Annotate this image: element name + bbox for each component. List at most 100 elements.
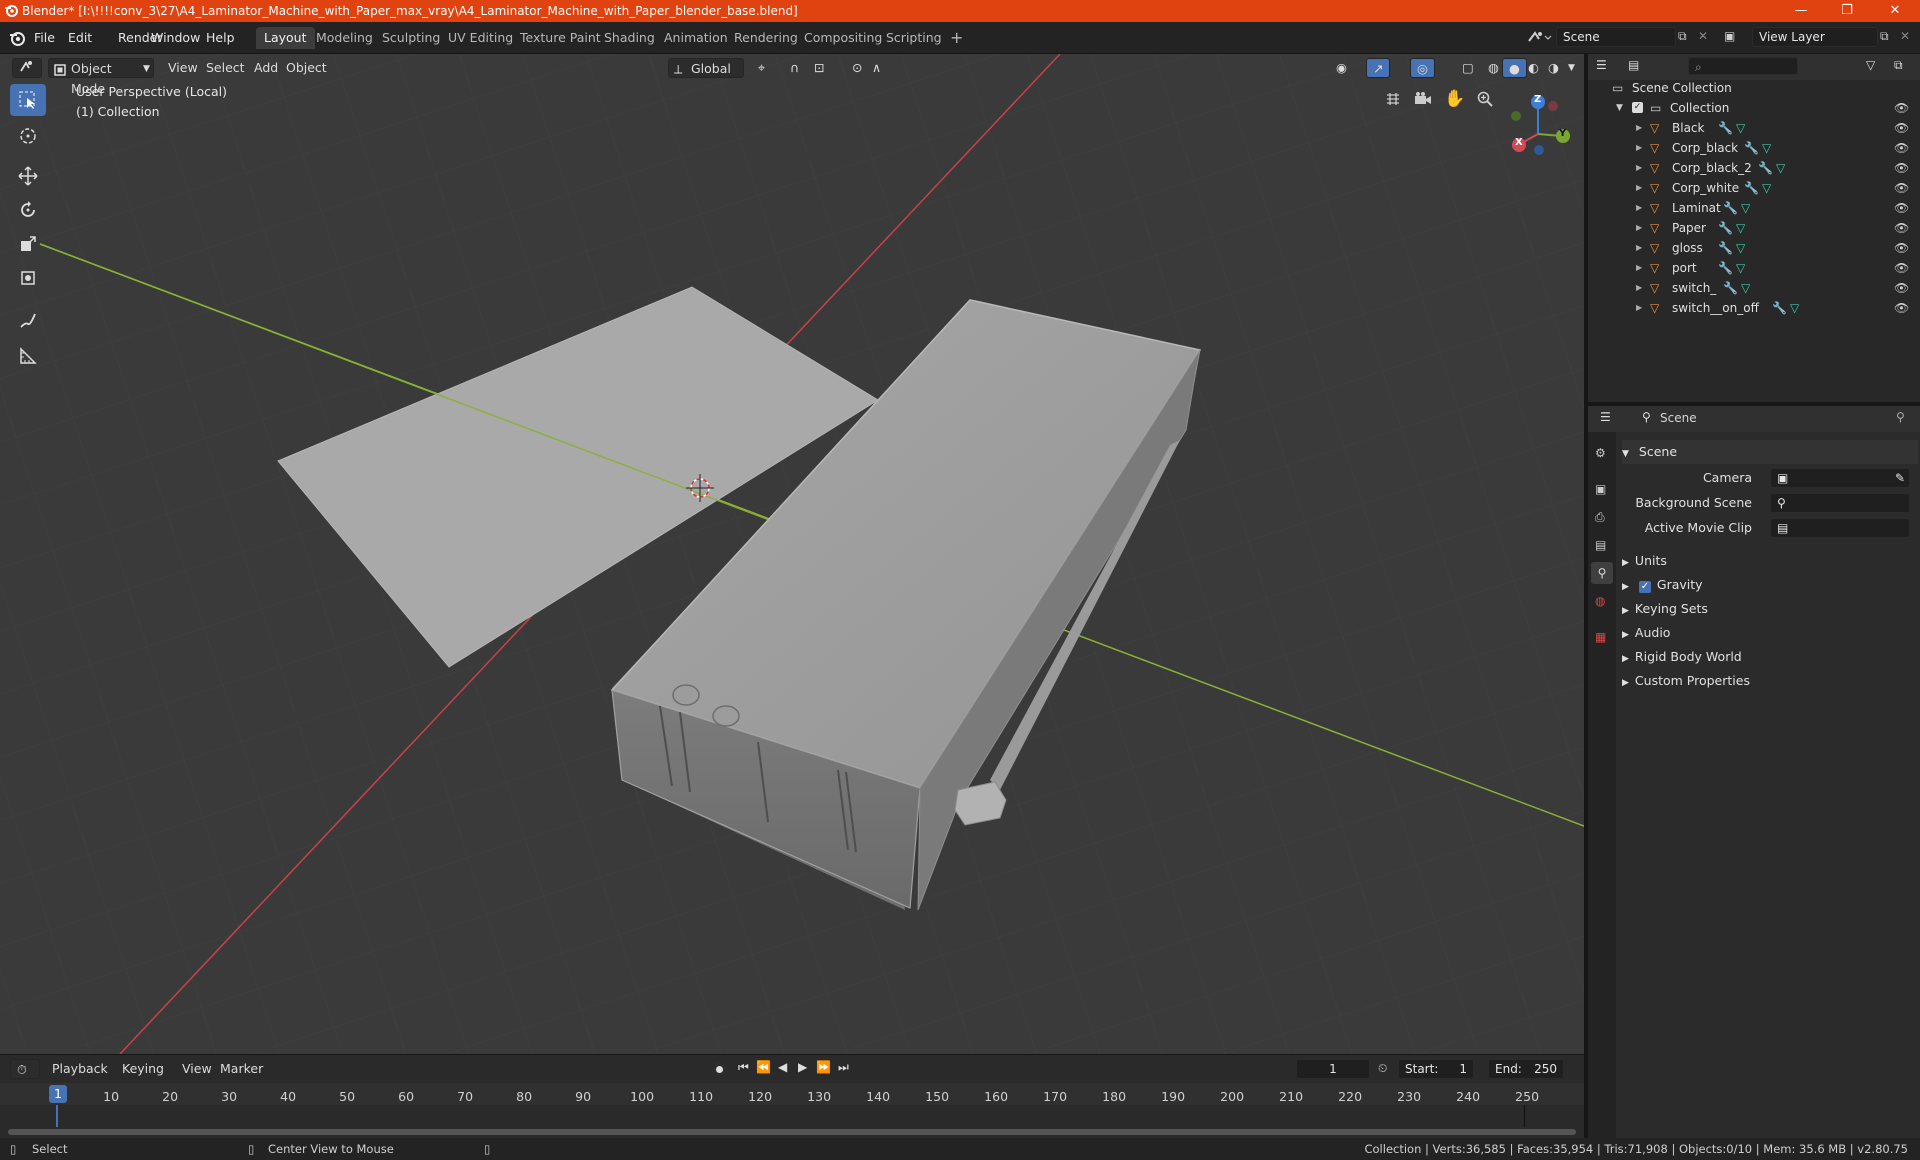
display-mode-icon[interactable]: ▤ (1628, 58, 1639, 72)
frame-ruler[interactable]: 1 10 20 30 40 50 60 70 80 90 100 110 120 130 140 150 160… (0, 1083, 1584, 1105)
navigation-gizmo[interactable]: Z Y X (1500, 90, 1578, 168)
jump-end-icon[interactable]: ⏭ (838, 1060, 849, 1075)
tab-sculpting[interactable]: Sculpting (374, 27, 448, 49)
start-frame-field[interactable]: Start: 1 (1398, 1059, 1474, 1079)
measure-tool[interactable] (10, 340, 46, 372)
active-movie-clip-field[interactable]: ▤ (1770, 518, 1910, 538)
prev-keyframe-icon[interactable]: ⏪ (756, 1060, 771, 1074)
scale-tool[interactable] (10, 228, 46, 260)
xray-icon[interactable]: ▢ (1456, 58, 1480, 78)
modifier-wrench-icon[interactable]: 🔧 (1758, 158, 1773, 178)
snap-target-icon[interactable]: ⊡ (808, 58, 830, 78)
minimize-button[interactable]: — (1778, 0, 1824, 22)
overlay-toggle-icon[interactable]: ◎ (1410, 58, 1435, 78)
modifier-wrench-icon[interactable]: 🔧 (1718, 238, 1733, 258)
eye-icon[interactable]: 👁 (1894, 258, 1909, 278)
outliner-row-object[interactable]: ▶ ▽ Corp_black 🔧 ▽ 👁 (1588, 138, 1920, 158)
3d-viewport[interactable] (0, 54, 1584, 1054)
expand-arrow-icon[interactable]: ▶ (1636, 118, 1642, 138)
scene-field[interactable]: Scene (1556, 27, 1676, 47)
keying-sets-panel-header[interactable]: ▶ Keying Sets (1622, 597, 1918, 621)
blender-menu-icon[interactable] (8, 29, 26, 50)
mesh-data-icon[interactable]: ▽ (1736, 218, 1745, 238)
modifier-wrench-icon[interactable]: 🔧 (1723, 278, 1738, 298)
filter-icon[interactable]: ▽ (1866, 58, 1875, 72)
menu-marker[interactable]: Marker (214, 1059, 269, 1079)
outliner-row-scene-collection[interactable]: ▭ Scene Collection (1588, 78, 1920, 98)
properties-editor-icon[interactable]: ☰ (1600, 410, 1611, 424)
camera-field[interactable]: ▣ ✎ (1770, 468, 1910, 488)
output-tab-icon[interactable]: ⎙ (1595, 510, 1605, 525)
transform-orientation-dropdown[interactable]: ⟂ Global (668, 58, 744, 78)
eye-icon[interactable]: 👁 (1894, 138, 1909, 158)
tab-uv-editing[interactable]: UV Editing (440, 27, 521, 49)
falloff-icon[interactable]: ∧ (866, 58, 887, 78)
mesh-data-icon[interactable]: ▽ (1736, 258, 1745, 278)
add-workspace-button[interactable]: + (942, 27, 971, 49)
record-button[interactable] (712, 1062, 726, 1076)
eye-icon[interactable]: 👁 (1894, 238, 1909, 258)
tab-modeling[interactable]: Modeling (308, 27, 381, 49)
playhead-line[interactable] (56, 1105, 58, 1127)
background-scene-field[interactable]: ⚲ (1770, 493, 1910, 513)
world-tab-icon[interactable]: ◍ (1595, 594, 1605, 608)
play-reverse-icon[interactable]: ◀ (778, 1060, 787, 1074)
mesh-data-icon[interactable]: ▽ (1762, 178, 1771, 198)
new-view-layer-icon[interactable]: ⧉ (1880, 29, 1889, 44)
menu-window[interactable]: Window (151, 29, 200, 47)
end-frame-field[interactable]: End: 250 (1488, 1059, 1564, 1079)
toggle-view-grid-icon[interactable] (1380, 86, 1406, 112)
object-mode-dropdown[interactable]: Object Mode ▼ (48, 58, 154, 96)
expand-arrow-icon[interactable]: ▶ (1636, 198, 1642, 218)
remove-scene-icon[interactable]: ✕ (1698, 29, 1708, 43)
eye-icon[interactable]: 👁 (1894, 98, 1909, 118)
shading-options-chevron-icon[interactable]: ▼ (1562, 58, 1581, 78)
pivot-icon[interactable]: ⌖ (752, 58, 771, 78)
modifier-wrench-icon[interactable]: 🔧 (1744, 138, 1759, 158)
eye-icon[interactable]: 👁 (1894, 198, 1909, 218)
expand-arrow-icon[interactable]: ▶ (1636, 278, 1642, 298)
eye-icon[interactable]: 👁 (1894, 158, 1909, 178)
menu-file[interactable]: File (34, 29, 55, 47)
mesh-data-icon[interactable]: ▽ (1741, 198, 1750, 218)
pin-icon[interactable]: ⚲ (1896, 410, 1905, 424)
mesh-data-icon[interactable]: ▽ (1736, 238, 1745, 258)
expand-arrow-icon[interactable]: ▶ (1636, 178, 1642, 198)
close-button[interactable]: ✕ (1872, 0, 1918, 22)
outliner-row-collection[interactable]: ▼ ✓ ▭ Collection 👁 (1588, 98, 1920, 118)
gravity-checkbox[interactable]: ✓ (1638, 581, 1651, 593)
modifier-wrench-icon[interactable]: 🔧 (1718, 258, 1733, 278)
mesh-data-icon[interactable]: ▽ (1741, 278, 1750, 298)
menu-add[interactable]: Add (248, 58, 284, 78)
play-icon[interactable]: ▶ (798, 1060, 807, 1074)
menu-select[interactable]: Select (200, 58, 251, 78)
next-keyframe-icon[interactable]: ⏩ (816, 1060, 831, 1074)
outliner-row-object[interactable]: ▶ ▽ port 🔧 ▽ 👁 (1588, 258, 1920, 278)
eye-icon[interactable]: 👁 (1894, 298, 1909, 318)
tab-scripting[interactable]: Scripting (878, 27, 950, 49)
menu-edit[interactable]: Edit (68, 29, 92, 47)
tab-animation[interactable]: Animation (656, 27, 736, 49)
visibility-icon[interactable]: ◉ (1330, 58, 1353, 78)
gizmo-toggle-icon[interactable]: ↗ (1366, 58, 1391, 78)
tab-texture-paint[interactable]: Texture Paint (512, 27, 609, 49)
units-panel-header[interactable]: ▶ Units (1622, 549, 1918, 573)
modifier-wrench-icon[interactable]: 🔧 (1772, 298, 1787, 318)
tool-tab-icon[interactable]: ⚙ (1595, 446, 1606, 460)
modifier-wrench-icon[interactable]: 🔧 (1744, 178, 1759, 198)
stopwatch-icon[interactable]: ⏲ (1378, 1061, 1387, 1076)
new-collection-icon[interactable]: ⧉ (1894, 58, 1903, 73)
mesh-data-icon[interactable]: ▽ (1790, 298, 1799, 318)
select-box-tool[interactable] (10, 84, 46, 116)
zoom-icon[interactable] (1472, 86, 1498, 112)
timeline-scrollbar[interactable] (8, 1129, 1576, 1135)
current-frame-field[interactable]: 1 (1296, 1059, 1370, 1079)
scene-panel-header[interactable]: ▼ Scene (1622, 440, 1918, 464)
outliner-editor-icon[interactable]: ☰ (1596, 58, 1607, 72)
expand-arrow-icon[interactable]: ▶ (1636, 238, 1642, 258)
mesh-data-icon[interactable]: ▽ (1736, 118, 1745, 138)
expand-arrow-icon[interactable]: ▶ (1636, 158, 1642, 178)
menu-keying[interactable]: Keying (116, 1059, 170, 1079)
outliner-row-object[interactable]: ▶ ▽ gloss 🔧 ▽ 👁 (1588, 238, 1920, 258)
expand-arrow-icon[interactable]: ▶ (1636, 218, 1642, 238)
